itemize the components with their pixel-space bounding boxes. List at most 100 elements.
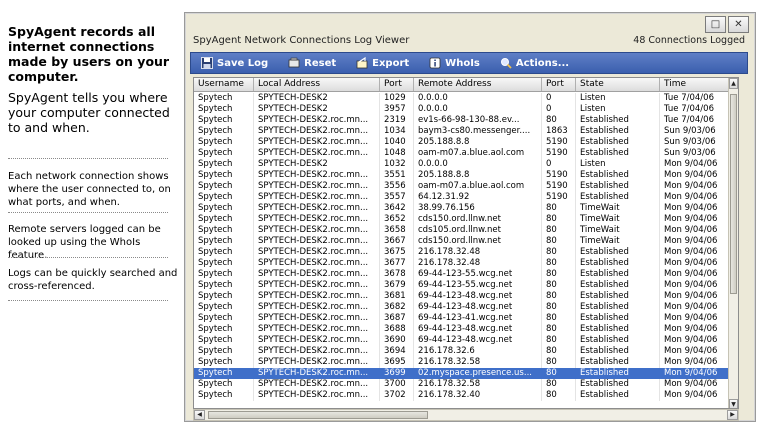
table-row[interactable]: Spytech SPYTECH-DESK2 1029 0.0.0.0 0 Listen Tu… (194, 93, 730, 104)
cell-time: Mon 9/04/06 (660, 280, 730, 291)
cell-state: Established (576, 115, 660, 126)
table-row[interactable]: Spytech SPYTECH-DESK2.roc.mn... 3551 205.18… (194, 170, 730, 181)
table-row[interactable]: Spytech SPYTECH-DESK2.roc.mn... 1034 baym3-… (194, 126, 730, 137)
column-header-time[interactable]: Time (660, 78, 730, 91)
cell-remote-address: 216.178.32.6 (414, 346, 542, 357)
column-header-username[interactable]: Username (194, 78, 254, 91)
close-icon[interactable]: ✕ (728, 16, 749, 33)
export-button[interactable]: Export (346, 53, 419, 73)
column-header-remote-port[interactable]: Port (542, 78, 576, 91)
table-body: Spytech SPYTECH-DESK2 1029 0.0.0.0 0 Listen Tu… (194, 93, 730, 401)
cell-time: Mon 9/04/06 (660, 379, 730, 390)
table-row[interactable]: Spytech SPYTECH-DESK2.roc.mn... 3702 216.17… (194, 390, 730, 401)
table-row[interactable]: Spytech SPYTECH-DESK2.roc.mn... 2319 ev1s-6… (194, 115, 730, 126)
column-header-remote-address[interactable]: Remote Address (414, 78, 542, 91)
table-row[interactable]: Spytech SPYTECH-DESK2.roc.mn... 3695 216.17… (194, 357, 730, 368)
reset-button[interactable]: Reset (278, 53, 346, 73)
table-row[interactable]: Spytech SPYTECH-DESK2.roc.mn... 3667 cds150… (194, 236, 730, 247)
table-row[interactable]: Spytech SPYTECH-DESK2.roc.mn... 1040 205.18… (194, 137, 730, 148)
cell-local-port: 3557 (380, 192, 414, 203)
cell-local-port: 3556 (380, 181, 414, 192)
cell-local-port: 3658 (380, 225, 414, 236)
cell-remote-port: 80 (542, 225, 576, 236)
actions-button[interactable]: Actions... (490, 53, 579, 73)
cell-local-address: SPYTECH-DESK2.roc.mn... (254, 236, 380, 247)
cell-local-address: SPYTECH-DESK2.roc.mn... (254, 269, 380, 280)
cell-remote-port: 5190 (542, 192, 576, 203)
cell-time: Mon 9/04/06 (660, 269, 730, 280)
table-row[interactable]: Spytech SPYTECH-DESK2.roc.mn... 3642 38.99.… (194, 203, 730, 214)
table-row[interactable]: Spytech SPYTECH-DESK2 3957 0.0.0.0 0 Listen Tu… (194, 104, 730, 115)
scroll-thumb[interactable] (730, 94, 737, 294)
table-row[interactable]: Spytech SPYTECH-DESK2.roc.mn... 3658 cds105… (194, 225, 730, 236)
table-row[interactable]: Spytech SPYTECH-DESK2.roc.mn... 3700 216.17… (194, 379, 730, 390)
cell-local-address: SPYTECH-DESK2.roc.mn... (254, 302, 380, 313)
table-row[interactable]: Spytech SPYTECH-DESK2.roc.mn... 3699 02.mys… (194, 368, 730, 379)
save-log-button[interactable]: Save Log (191, 53, 278, 73)
cell-time: Sun 9/03/06 (660, 148, 730, 159)
cell-username: Spytech (194, 280, 254, 291)
scroll-up-icon[interactable]: ▲ (729, 78, 738, 89)
column-header-state[interactable]: State (576, 78, 660, 91)
cell-remote-port: 5190 (542, 148, 576, 159)
cell-remote-port: 80 (542, 368, 576, 379)
cell-time: Tue 7/04/06 (660, 104, 730, 115)
column-header-local-address[interactable]: Local Address (254, 78, 380, 91)
table-row[interactable]: Spytech SPYTECH-DESK2.roc.mn... 3694 216.17… (194, 346, 730, 357)
table-row[interactable]: Spytech SPYTECH-DESK2.roc.mn... 3687 69-44-… (194, 313, 730, 324)
cell-local-address: SPYTECH-DESK2.roc.mn... (254, 313, 380, 324)
cell-state: TimeWait (576, 203, 660, 214)
promo-note-connections: Each network connection shows where the … (8, 171, 171, 208)
scroll-right-icon[interactable]: ▶ (727, 410, 738, 420)
table-row[interactable]: Spytech SPYTECH-DESK2.roc.mn... 3678 69-44-… (194, 269, 730, 280)
cell-local-port: 1040 (380, 137, 414, 148)
connections-table: Username Local Address Port Remote Addre… (193, 77, 739, 409)
table-row[interactable]: Spytech SPYTECH-DESK2.roc.mn... 3557 64.12.… (194, 192, 730, 203)
table-row[interactable]: Spytech SPYTECH-DESK2.roc.mn... 3677 216.17… (194, 258, 730, 269)
table-row[interactable]: Spytech SPYTECH-DESK2.roc.mn... 3556 oam-m0… (194, 181, 730, 192)
cell-username: Spytech (194, 115, 254, 126)
scroll-down-icon[interactable]: ▼ (729, 399, 738, 408)
restore-icon[interactable]: □ (705, 16, 726, 33)
cell-username: Spytech (194, 368, 254, 379)
cell-remote-address: baym3-cs80.messenger.... (414, 126, 542, 137)
toolbar: Save Log Reset Export WhoIs Actions... (190, 52, 748, 74)
cell-time: Sun 9/03/06 (660, 126, 730, 137)
horizontal-scroll-thumb[interactable] (208, 411, 428, 419)
table-row[interactable]: Spytech SPYTECH-DESK2 1032 0.0.0.0 0 Listen Mo… (194, 159, 730, 170)
cell-time: Mon 9/04/06 (660, 203, 730, 214)
promo-lead: SpyAgent tells you where your computer c… (8, 90, 170, 135)
horizontal-scrollbar[interactable]: ◀ ▶ (193, 409, 739, 421)
cell-local-port: 3957 (380, 104, 414, 115)
cell-username: Spytech (194, 104, 254, 115)
column-header-local-port[interactable]: Port (380, 78, 414, 91)
whois-button[interactable]: WhoIs (419, 53, 490, 73)
cell-local-address: SPYTECH-DESK2.roc.mn... (254, 137, 380, 148)
scroll-left-icon[interactable]: ◀ (194, 410, 205, 420)
table-row[interactable]: Spytech SPYTECH-DESK2.roc.mn... 3675 216.17… (194, 247, 730, 258)
cell-remote-port: 5190 (542, 170, 576, 181)
cell-remote-port: 80 (542, 335, 576, 346)
cell-username: Spytech (194, 335, 254, 346)
cell-local-address: SPYTECH-DESK2.roc.mn... (254, 280, 380, 291)
magnifier-icon (500, 57, 512, 69)
table-row[interactable]: Spytech SPYTECH-DESK2.roc.mn... 3679 69-44-… (194, 280, 730, 291)
save-log-label: Save Log (217, 57, 269, 69)
cell-remote-port: 80 (542, 236, 576, 247)
vertical-scrollbar[interactable]: ▲ ▼ (728, 78, 738, 408)
export-label: Export (372, 57, 410, 69)
cell-time: Mon 9/04/06 (660, 170, 730, 181)
cell-remote-address: 69-44-123-55.wcg.net (414, 280, 542, 291)
table-row[interactable]: Spytech SPYTECH-DESK2.roc.mn... 1048 oam-m0… (194, 148, 730, 159)
cell-remote-port: 80 (542, 203, 576, 214)
table-row[interactable]: Spytech SPYTECH-DESK2.roc.mn... 3682 69-44-… (194, 302, 730, 313)
cell-username: Spytech (194, 192, 254, 203)
table-row[interactable]: Spytech SPYTECH-DESK2.roc.mn... 3681 69-44-… (194, 291, 730, 302)
cell-local-address: SPYTECH-DESK2.roc.mn... (254, 247, 380, 258)
table-row[interactable]: Spytech SPYTECH-DESK2.roc.mn... 3688 69-44-… (194, 324, 730, 335)
table-row[interactable]: Spytech SPYTECH-DESK2.roc.mn... 3690 69-44-… (194, 335, 730, 346)
cell-remote-port: 80 (542, 390, 576, 401)
cell-remote-port: 80 (542, 247, 576, 258)
cell-username: Spytech (194, 236, 254, 247)
table-row[interactable]: Spytech SPYTECH-DESK2.roc.mn... 3652 cds150… (194, 214, 730, 225)
